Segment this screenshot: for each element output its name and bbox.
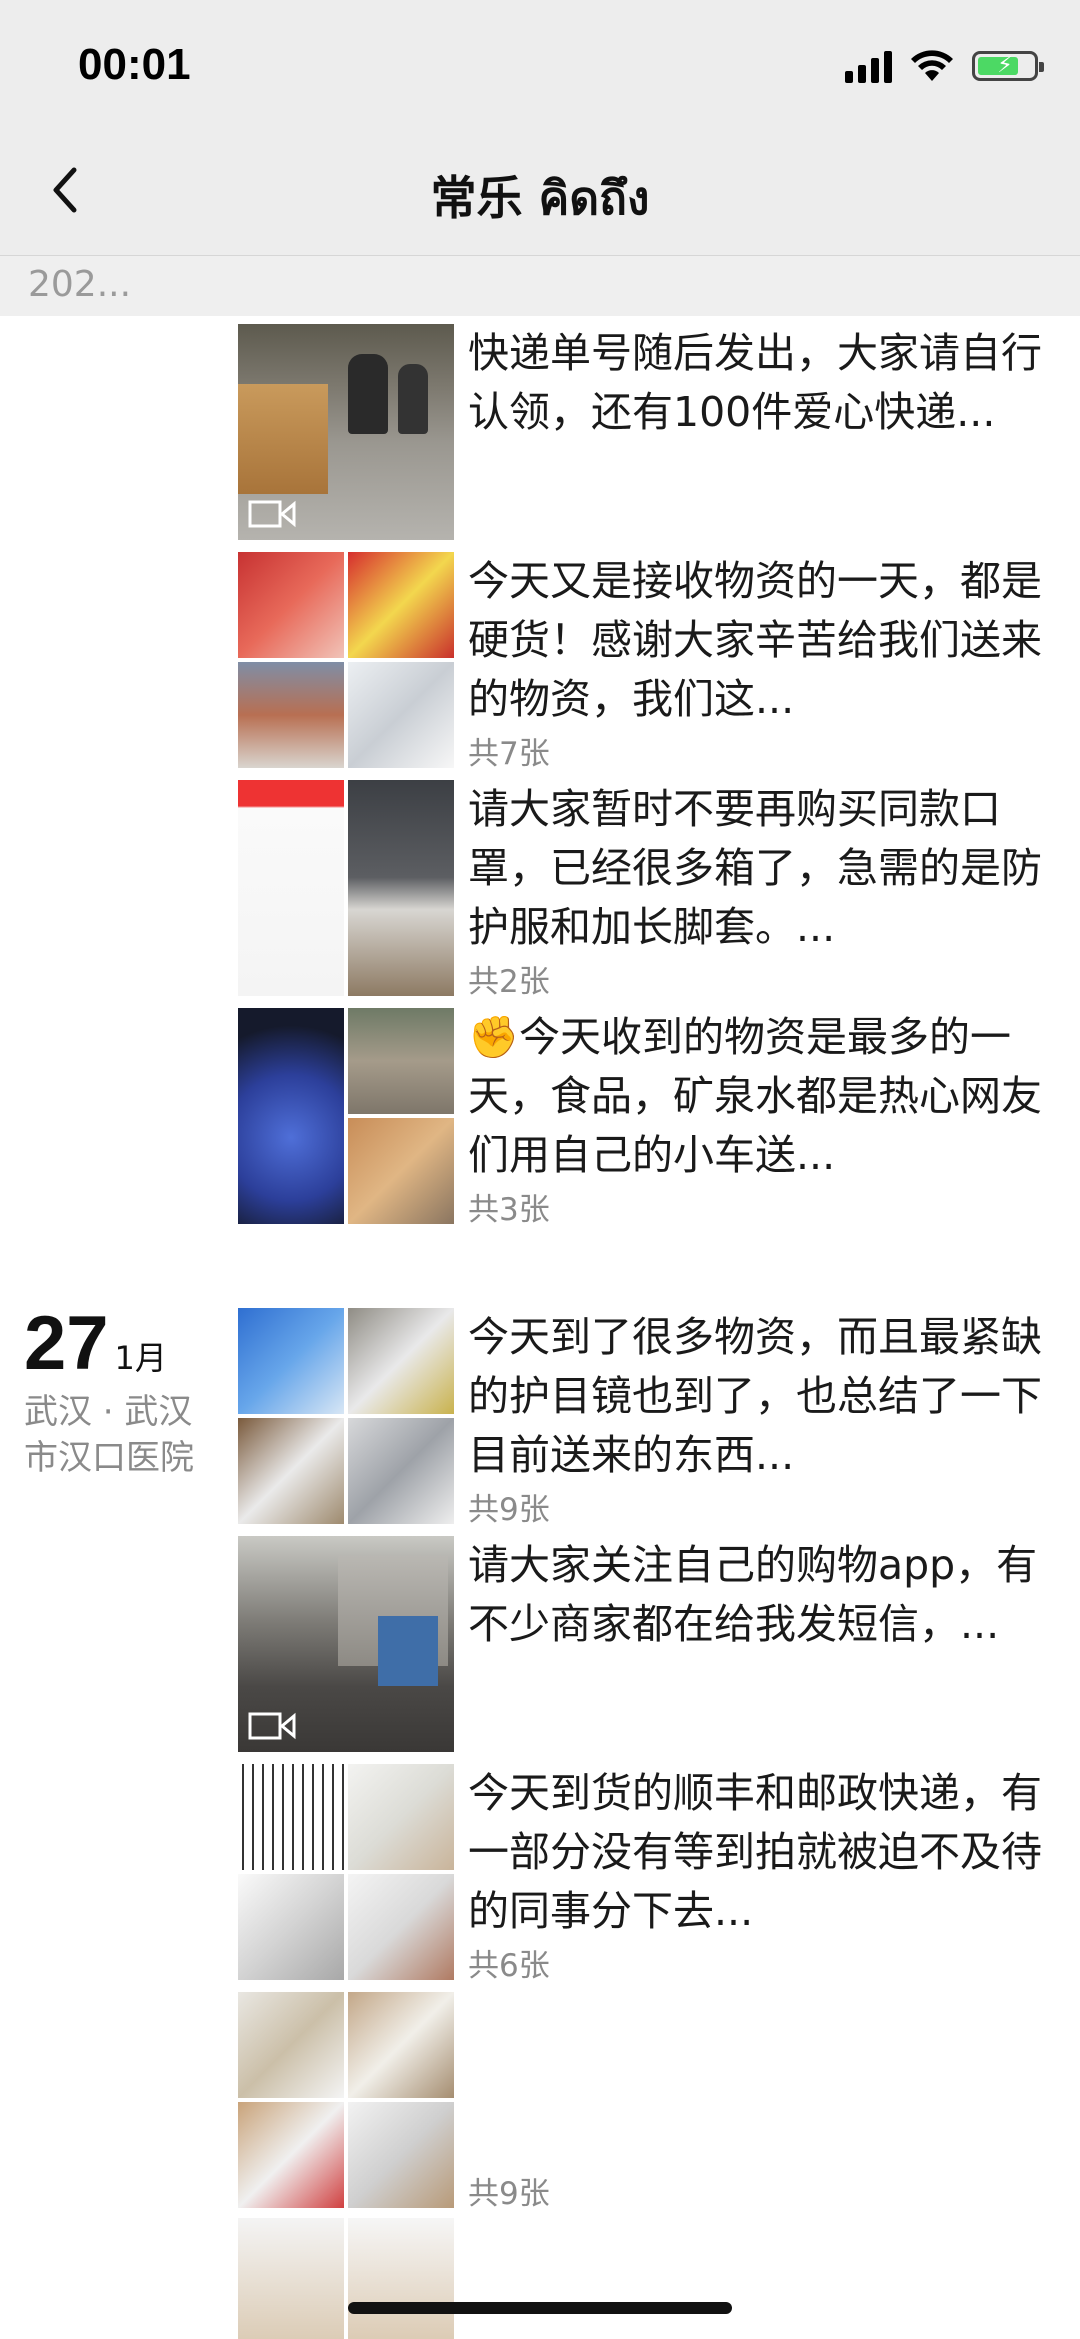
status-time: 00:01	[78, 40, 191, 89]
photo-thumbnail[interactable]	[348, 1008, 454, 1114]
feed-post[interactable]: 今天到货的顺丰和邮政快递，有一部分没有等到拍就被迫不及待的同事分下去... 共6…	[238, 1764, 1058, 1984]
post-text: 快递单号随后发出，大家请自行认领，还有100件爱心快递...	[468, 329, 1042, 436]
photo-thumbnail[interactable]	[348, 1308, 454, 1414]
feed-post[interactable]: 共9张	[238, 1992, 1058, 2212]
photo-count: 共7张	[468, 736, 550, 772]
image-grid[interactable]	[238, 1008, 454, 1224]
feed-post[interactable]: 快递单号随后发出，大家请自行认领，还有100件爱心快递...	[238, 324, 1058, 540]
video-thumbnail[interactable]	[238, 324, 454, 540]
nav-bar: 常乐 คิดถึง	[0, 130, 1080, 256]
photo-thumbnail[interactable]	[238, 2218, 344, 2339]
year-label: 202...	[28, 264, 132, 305]
year-header: 202...	[0, 256, 1080, 316]
wifi-icon	[911, 50, 953, 81]
photo-thumbnail[interactable]	[238, 662, 344, 768]
feed-post[interactable]: 请大家关注自己的购物app，有不少商家都在给我发短信，...	[238, 1536, 1058, 1752]
feed-post[interactable]: 今天到了很多物资，而且最紧缺的护目镜也到了，也总结了一下目前送来的东西... 共…	[238, 1308, 1058, 1528]
photo-thumbnail[interactable]	[348, 1874, 454, 1980]
feed-post[interactable]	[238, 2218, 1058, 2339]
photo-thumbnail[interactable]	[348, 2218, 454, 2339]
post-text: 请大家关注自己的购物app，有不少商家都在给我发短信，...	[468, 1541, 1038, 1648]
status-bar: 00:01 ⚡	[0, 0, 1080, 130]
photo-count: 共9张	[468, 1492, 550, 1528]
photo-thumbnail[interactable]	[348, 2102, 454, 2208]
image-grid[interactable]	[238, 1308, 454, 1524]
photo-thumbnail[interactable]	[238, 1764, 344, 1870]
photo-count: 共2张	[468, 964, 550, 1000]
battery-icon: ⚡	[972, 51, 1044, 81]
date-day: 27	[24, 1301, 109, 1386]
image-grid[interactable]	[238, 552, 454, 768]
photo-count: 共3张	[468, 1192, 550, 1228]
photo-thumbnail[interactable]	[348, 1418, 454, 1524]
post-text: 今天到了很多物资，而且最紧缺的护目镜也到了，也总结了一下目前送来的东西...	[468, 1313, 1042, 1479]
image-grid[interactable]	[238, 1992, 454, 2208]
photo-count: 共6张	[468, 1948, 550, 1984]
photo-thumbnail[interactable]	[348, 1992, 454, 2098]
photo-thumbnail[interactable]	[238, 1308, 344, 1414]
image-grid[interactable]	[238, 1764, 454, 1980]
video-icon	[248, 500, 296, 528]
photo-thumbnail[interactable]	[238, 1418, 344, 1524]
photo-thumbnail[interactable]	[348, 780, 454, 996]
photo-thumbnail[interactable]	[238, 780, 344, 996]
photo-thumbnail[interactable]	[348, 662, 454, 768]
photo-thumbnail[interactable]	[348, 1118, 454, 1224]
post-text: 今天到货的顺丰和邮政快递，有一部分没有等到拍就被迫不及待的同事分下去...	[468, 1769, 1042, 1935]
date-month: 1月	[114, 1339, 167, 1377]
home-indicator[interactable]	[348, 2302, 732, 2314]
photo-thumbnail[interactable]	[348, 1764, 454, 1870]
photo-thumbnail[interactable]	[238, 552, 344, 658]
video-thumbnail[interactable]	[238, 1536, 454, 1752]
photo-thumbnail[interactable]	[238, 1874, 344, 1980]
feed-post[interactable]: 请大家暂时不要再购买同款口罩，已经很多箱了，急需的是防护服和加长脚套。... 共…	[238, 780, 1058, 1000]
post-text: 请大家暂时不要再购买同款口罩，已经很多箱了，急需的是防护服和加长脚套。...	[468, 785, 1042, 951]
cellular-signal-icon	[845, 49, 892, 83]
post-text: 今天又是接收物资的一天，都是硬货！感谢大家辛苦给我们送来的物资，我们这...	[468, 557, 1042, 723]
feed-post[interactable]: ✊今天收到的物资是最多的一天，食品，矿泉水都是热心网友们用自己的小车送... 共…	[238, 1008, 1058, 1228]
post-text: ✊今天收到的物资是最多的一天，食品，矿泉水都是热心网友们用自己的小车送...	[468, 1013, 1042, 1179]
location-label: 武汉 · 武汉市汉口医院	[24, 1392, 194, 1478]
photo-thumbnail[interactable]	[348, 552, 454, 658]
image-grid[interactable]	[238, 2218, 454, 2339]
image-grid[interactable]	[238, 780, 454, 996]
photo-thumbnail[interactable]	[238, 2102, 344, 2208]
video-icon	[248, 1712, 296, 1740]
photo-thumbnail[interactable]	[238, 1008, 344, 1224]
feed-post[interactable]: 今天又是接收物资的一天，都是硬货！感谢大家辛苦给我们送来的物资，我们这... 共…	[238, 552, 1058, 772]
photo-count: 共9张	[468, 2176, 550, 2212]
date-group-header: 27 1月 武汉 · 武汉市汉口医院	[24, 1300, 224, 1481]
status-icons: ⚡	[845, 46, 1044, 86]
page-title: 常乐 คิดถึง	[430, 171, 650, 225]
photo-thumbnail[interactable]	[238, 1992, 344, 2098]
